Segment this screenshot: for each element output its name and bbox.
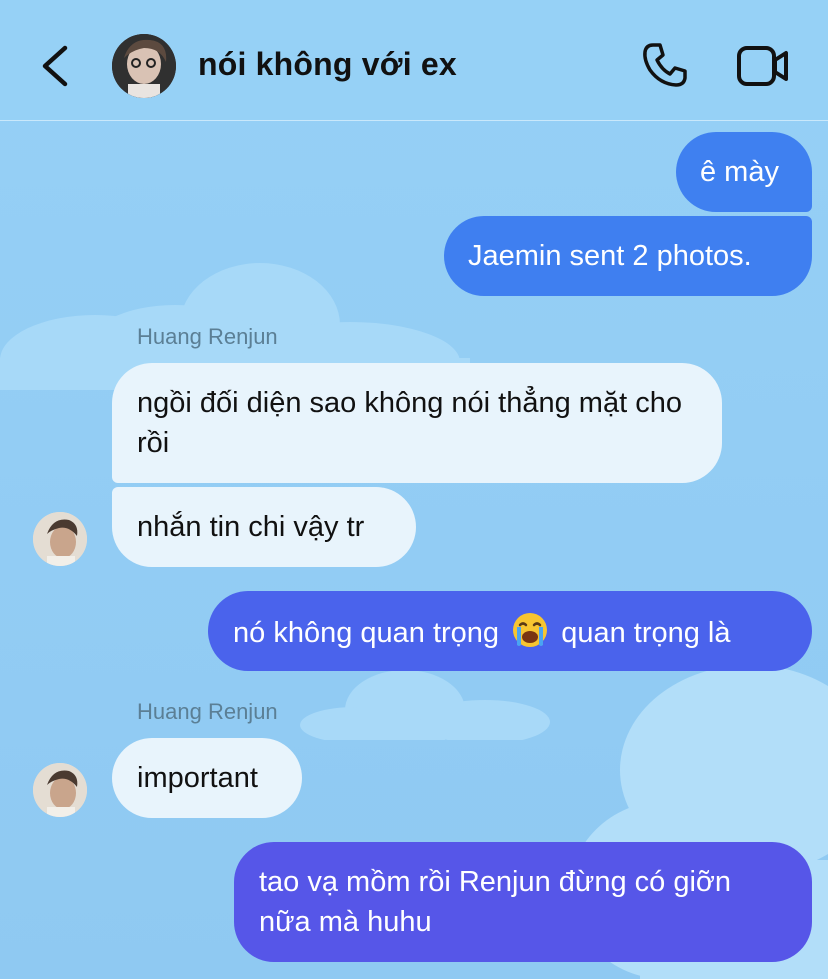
- message-text: important: [137, 762, 258, 794]
- sender-name: Huang Renjun: [137, 699, 278, 724]
- outgoing-message[interactable]: nó không quan trọng quan trọng là: [208, 591, 812, 671]
- chat-title: nói không với ex: [198, 46, 457, 82]
- profile-photo: [33, 763, 87, 817]
- outgoing-photo-notice[interactable]: Jaemin sent 2 photos.: [444, 216, 812, 296]
- phone-icon: [643, 43, 687, 87]
- outgoing-message[interactable]: ê mày: [676, 132, 812, 212]
- sender-avatar[interactable]: [33, 512, 87, 566]
- loudly-crying-face-icon: [513, 613, 548, 647]
- profile-photo: [33, 512, 87, 566]
- chevron-left-icon: [42, 45, 68, 87]
- message-text: quan trọng là: [561, 617, 731, 649]
- cloud-decoration-middle: [300, 670, 550, 740]
- outgoing-message[interactable]: tao vạ mồm rồi Renjun đừng có giỡn nữa m…: [234, 842, 812, 962]
- sender-avatar[interactable]: [33, 763, 87, 817]
- message-text: tao vạ mồm rồi Renjun đừng có giỡn nữa m…: [259, 866, 732, 938]
- voice-call-button[interactable]: [640, 40, 690, 90]
- incoming-message[interactable]: ngồi đối diện sao không nói thẳng mặt ch…: [112, 363, 722, 483]
- sender-name: Huang Renjun: [137, 324, 278, 349]
- video-call-button[interactable]: [736, 44, 790, 88]
- incoming-message[interactable]: nhắn tin chi vậy tr: [112, 487, 416, 567]
- message-text: nhắn tin chi vậy tr: [137, 511, 365, 543]
- chat-header: nói không với ex: [0, 0, 828, 121]
- profile-photo: [112, 34, 176, 98]
- message-text: ê mày: [700, 156, 779, 188]
- crying-face-emoji: [511, 611, 549, 660]
- message-text: Jaemin sent 2 photos.: [468, 240, 752, 272]
- back-button[interactable]: [36, 40, 76, 92]
- message-text: nó không quan trọng: [233, 617, 500, 649]
- contact-avatar[interactable]: [112, 34, 176, 98]
- video-camera-icon: [737, 46, 788, 86]
- message-text: ngồi đối diện sao không nói thẳng mặt ch…: [137, 387, 682, 459]
- incoming-message[interactable]: important: [112, 738, 302, 818]
